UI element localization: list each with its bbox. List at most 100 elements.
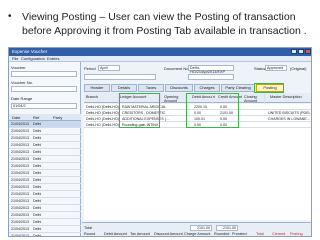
posting-grid-empty-area <box>84 128 311 220</box>
list-item-date: 21/04/2013 <box>11 150 29 154</box>
slide-text-line-1: Viewing Posting – User can view the Post… <box>22 11 296 23</box>
voucher-form: Period April Document No. Delhi-HO/21/Ap… <box>82 62 312 236</box>
list-item[interactable]: 21/04/2013 Delhi <box>9 233 81 237</box>
cell-branch: Delhi-HO (Delhi-HO) <box>86 123 119 127</box>
col-ref[interactable]: Ref <box>33 115 39 120</box>
footer-round: Round <box>84 232 96 236</box>
list-item-date: 21/04/2013 <box>11 213 29 217</box>
window-title-bar: Expense Voucher <box>9 48 311 56</box>
list-item-ref: Delhi <box>33 227 42 231</box>
footer-cleared-action[interactable]: Cleared <box>272 232 285 236</box>
list-item-date: 21/04/2013 <box>11 136 29 140</box>
highlight-amount-columns <box>186 93 239 128</box>
header-field-2[interactable] <box>84 74 156 80</box>
maximize-icon[interactable] <box>298 49 304 54</box>
tab-details[interactable]: Details <box>111 84 137 92</box>
list-item[interactable]: 21/04/2013 Delhi <box>9 149 81 156</box>
list-item[interactable]: 21/04/2013 Delhi <box>9 205 81 212</box>
list-item-ref: Delhi <box>33 129 42 133</box>
list-item-ref: Delhi <box>33 143 42 147</box>
footer-rounded: Rounded <box>214 232 230 236</box>
status-field[interactable]: Approved <box>265 65 287 71</box>
col-closing-amount[interactable]: Closing Amount <box>244 95 262 103</box>
bullet-icon: • <box>8 11 12 22</box>
cell-branch: Delhi-HO (Delhi-HO) <box>86 117 119 121</box>
list-item-date: 21/04/2013 <box>11 234 29 237</box>
col-branch[interactable]: Branch <box>86 95 98 99</box>
list-item[interactable]: 21/04/2013 Delhi <box>9 128 81 135</box>
list-item-date: 21/04/2013 <box>11 122 29 126</box>
original-badge: (Original) <box>290 66 307 71</box>
list-item[interactable]: 21/04/2013 Delhi <box>9 142 81 149</box>
col-party[interactable]: Party <box>53 115 62 120</box>
list-item-ref: Delhi <box>33 206 42 210</box>
list-item[interactable]: 21/04/2013 Delhi <box>9 177 81 184</box>
document-no-label: Document No. <box>164 66 190 71</box>
voucher-field[interactable] <box>11 71 77 77</box>
menu-configuration[interactable]: Configuration <box>21 56 45 61</box>
col-date[interactable]: Date <box>12 115 20 120</box>
period-field[interactable]: April <box>98 65 120 71</box>
list-item[interactable]: 21/04/2013 Delhi <box>9 198 81 205</box>
tab-party-clearing[interactable]: Party Clearing <box>221 84 255 92</box>
list-item[interactable]: 21/04/2013 Delhi <box>9 156 81 163</box>
minimize-icon[interactable] <box>291 49 297 54</box>
slide-text-line-2: before Approving it from Posting Tab ava… <box>22 25 307 37</box>
footer-charge-amount: Charge Amount <box>184 232 211 236</box>
list-item-ref: Delhi <box>33 171 42 175</box>
close-icon[interactable] <box>305 49 311 54</box>
list-item[interactable]: 21/04/2013 Delhi <box>9 191 81 198</box>
list-item-ref: Delhi <box>33 220 42 224</box>
list-item-ref: Delhi <box>33 213 42 217</box>
status-label: Status <box>254 66 266 71</box>
list-item-date: 21/04/2013 <box>11 164 29 168</box>
list-item-date: 21/04/2013 <box>11 192 29 196</box>
footer-total-action[interactable]: Total <box>256 232 264 236</box>
col-master-description[interactable]: Master Description <box>270 95 302 99</box>
list-item[interactable]: 21/04/2013 Delhi <box>9 226 81 233</box>
list-item-ref: Delhi <box>33 164 42 168</box>
menu-entries[interactable]: Entries <box>47 56 59 61</box>
col-opening-amount[interactable]: Opening Amount <box>164 95 184 103</box>
list-item-ref: Delhi <box>33 199 42 203</box>
list-item[interactable]: 21/04/2013 Delhi <box>9 219 81 226</box>
list-item[interactable]: 21/04/2013 Delhi <box>9 121 81 128</box>
list-item-date: 21/04/2013 <box>11 157 29 161</box>
footer-prorated: Prorated <box>232 232 247 236</box>
list-item[interactable]: 21/04/2013 Delhi <box>9 163 81 170</box>
window-title: Expense Voucher <box>12 49 48 54</box>
cell-master: CHARGES IN LOWANE... <box>268 117 310 121</box>
cell-branch: Delhi-HO (Delhi-HO) <box>86 105 119 109</box>
list-item[interactable]: 21/04/2013 Delhi <box>9 170 81 177</box>
voucher-no-field[interactable] <box>11 86 77 92</box>
voucher-list-pane: Voucher Voucher No. Date Range 01/04/2 D… <box>9 62 81 237</box>
list-item[interactable]: 21/04/2013 Delhi <box>9 135 81 142</box>
list-item-date: 21/04/2013 <box>11 129 29 133</box>
footer-posting-action[interactable]: Posting <box>290 232 303 236</box>
voucher-no-label: Voucher No. <box>11 80 34 85</box>
footer-tax-amount: Tax Amount <box>130 232 150 236</box>
tab-charges[interactable]: Charges <box>194 84 220 92</box>
app-screenshot: Expense Voucher File Configuration Entri… <box>8 47 312 237</box>
list-item-date: 21/04/2013 <box>11 220 29 224</box>
list-item[interactable]: 21/04/2013 Delhi <box>9 184 81 191</box>
list-item-date: 21/04/2013 <box>11 185 29 189</box>
total-label: Total <box>84 226 93 230</box>
list-item-ref: Delhi <box>33 192 42 196</box>
cell-master: UNITED BISCUITS (PDEL... <box>268 111 312 115</box>
list-item-ref: Delhi <box>33 178 42 182</box>
total-debit: 2101.00 <box>190 225 212 231</box>
list-item-ref: Delhi <box>33 234 42 237</box>
total-credit: 2101.00 <box>216 225 238 231</box>
tab-discounts[interactable]: Discounts <box>165 84 193 92</box>
totals-bar: Total 2101.00 2101.00 Round Debit Amount… <box>82 222 311 236</box>
document-no-field[interactable]: Delhi-HO/21/Apr2013/EXP <box>188 65 234 74</box>
tab-taxes[interactable]: Taxes <box>138 84 164 92</box>
header-field-3[interactable] <box>188 74 234 80</box>
tab-header[interactable]: Header <box>84 84 110 92</box>
list-item-ref: Delhi <box>33 122 42 126</box>
list-item[interactable]: 21/04/2013 Delhi <box>9 212 81 219</box>
date-range-field[interactable]: 01/04/2 <box>11 103 77 109</box>
menu-file[interactable]: File <box>12 56 18 61</box>
list-item-ref: Delhi <box>33 136 42 140</box>
